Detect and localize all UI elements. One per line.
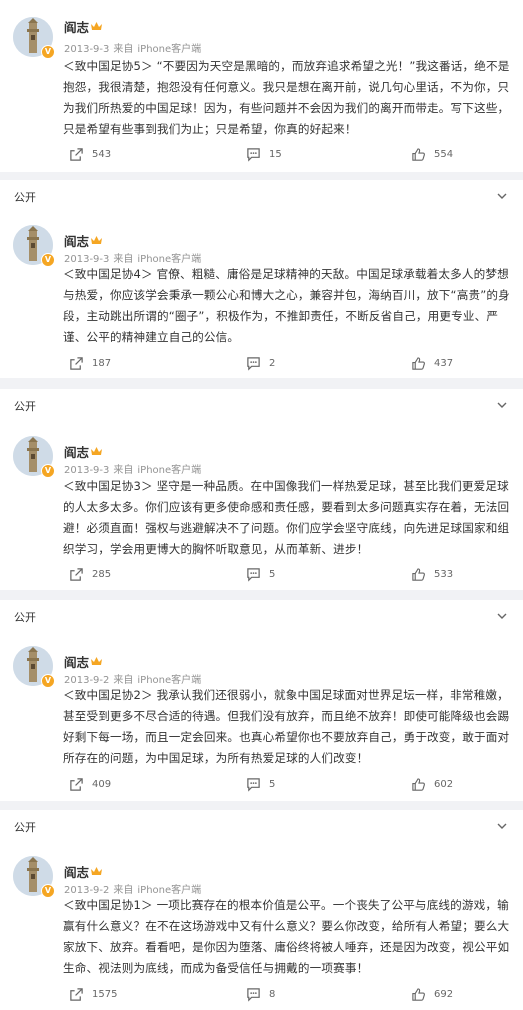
post-source: iPhone客户端: [137, 465, 202, 476]
repost-count: 187: [92, 357, 112, 369]
comment-icon: [247, 567, 260, 582]
post-text: ＜致中国足协1＞ 一项比赛存在的根本价值是公平。一个丧失了公平与底线的游戏，输赢…: [63, 898, 510, 975]
post-date[interactable]: 2013-9-3: [64, 465, 109, 476]
like-button[interactable]: 554: [411, 146, 453, 162]
like-thumb-icon: [412, 356, 425, 370]
repost-count: 409: [92, 778, 112, 790]
crown-icon: [91, 447, 102, 455]
comment-count: 8: [269, 988, 276, 1000]
repost-count: 1575: [92, 988, 118, 1000]
visibility-label: 公开: [14, 400, 36, 413]
like-count: 554: [434, 148, 454, 160]
crown-icon: [91, 236, 102, 244]
verified-badge-icon: V: [41, 884, 55, 898]
post-text: ＜致中国足协3＞ 坚守是一种品质。在中国像我们一样热爱足球，甚至比我们更爱足球的…: [63, 479, 510, 556]
post-text: ＜致中国足协2＞ 我承认我们还很弱小，就象中国足球面对世界足坛一样，非常稚嫩，甚…: [63, 688, 510, 765]
like-thumb-icon: [412, 777, 425, 791]
repost-button[interactable]: 409: [69, 776, 111, 792]
author-name[interactable]: 阎志: [64, 231, 89, 250]
repost-count: 543: [92, 148, 112, 160]
visibility-bar: 公开: [0, 389, 523, 423]
repost-icon: [70, 567, 83, 581]
comment-button[interactable]: 5: [246, 776, 275, 792]
post-meta: 2013-9-3 来自 iPhone客户端: [64, 461, 205, 476]
repost-icon: [70, 987, 83, 1001]
comment-count: 5: [269, 568, 276, 580]
like-thumb-icon: [412, 987, 425, 1001]
repost-icon: [70, 777, 83, 791]
comment-count: 15: [269, 148, 282, 160]
like-count: 692: [434, 988, 454, 1000]
post-text: ＜致中国足协5＞ “不要因为天空是黑暗的，而放弃追求希望之光！”我这番话，绝不是…: [63, 59, 510, 136]
visibility-bar: 公开: [0, 600, 523, 634]
like-thumb-icon: [412, 567, 425, 581]
crown-icon: [91, 657, 102, 665]
repost-icon: [70, 356, 83, 370]
visibility-bar: 公开: [0, 180, 523, 214]
post-source: iPhone客户端: [137, 44, 202, 55]
comment-button[interactable]: 2: [246, 355, 275, 371]
like-button[interactable]: 692: [411, 986, 453, 1002]
post-card: V 阎志 2013-9-3 来自 iPhone客户端 ＜致中国足协5＞ “不要因为天…: [0, 0, 523, 172]
post-meta: 2013-9-3 来自 iPhone客户端: [64, 40, 205, 55]
like-count: 533: [434, 568, 454, 580]
comment-button[interactable]: 15: [246, 146, 282, 162]
post-meta: 2013-9-2 来自 iPhone客户端: [64, 671, 205, 686]
post-card: V 阎志 2013-9-3 来自 iPhone客户端 ＜致中国足协4＞ 官僚、粗糙、…: [0, 214, 523, 378]
repost-icon: [70, 147, 83, 161]
repost-button[interactable]: 1575: [69, 986, 117, 1002]
like-count: 437: [434, 357, 454, 369]
like-button[interactable]: 533: [411, 566, 453, 582]
comment-count: 2: [269, 357, 276, 369]
post-card: V 阎志 2013-9-2 来自 iPhone客户端 ＜致中国足协2＞ 我承认我们还…: [0, 634, 523, 801]
chevron-down-icon[interactable]: [495, 189, 509, 203]
post-meta: 2013-9-3 来自 iPhone客户端: [64, 250, 205, 265]
author-name[interactable]: 阎志: [64, 652, 89, 671]
visibility-label: 公开: [14, 191, 36, 204]
post-meta: 2013-9-2 来自 iPhone客户端: [64, 881, 205, 896]
crown-icon: [91, 867, 102, 875]
visibility-bar: 公开: [0, 810, 523, 844]
verified-badge-icon: V: [41, 45, 55, 59]
post-text: ＜致中国足协4＞ 官僚、粗糙、庸俗是足球精神的天敌。中国足球承载着太多人的梦想与…: [63, 267, 510, 344]
visibility-label: 公开: [14, 821, 36, 834]
post-card: V 阎志 2013-9-3 来自 iPhone客户端 ＜致中国足协3＞ 坚守是一种品…: [0, 423, 523, 590]
comment-button[interactable]: 5: [246, 566, 275, 582]
comment-button[interactable]: 8: [246, 986, 275, 1002]
like-button[interactable]: 602: [411, 776, 453, 792]
like-thumb-icon: [412, 147, 425, 161]
comment-icon: [247, 987, 260, 1002]
verified-badge-icon: V: [41, 253, 55, 267]
verified-badge-icon: V: [41, 464, 55, 478]
chevron-down-icon[interactable]: [495, 609, 509, 623]
chevron-down-icon[interactable]: [495, 398, 509, 412]
repost-count: 285: [92, 568, 112, 580]
chevron-down-icon[interactable]: [495, 819, 509, 833]
crown-icon: [91, 22, 102, 30]
repost-button[interactable]: 543: [69, 146, 111, 162]
repost-button[interactable]: 285: [69, 566, 111, 582]
like-count: 602: [434, 778, 454, 790]
comment-count: 5: [269, 778, 276, 790]
author-name[interactable]: 阎志: [64, 442, 89, 461]
comment-icon: [247, 777, 260, 792]
post-date[interactable]: 2013-9-3: [64, 44, 109, 55]
source-prefix: 来自: [113, 465, 134, 476]
verified-badge-icon: V: [41, 674, 55, 688]
source-prefix: 来自: [113, 44, 134, 55]
visibility-label: 公开: [14, 611, 36, 624]
comment-icon: [247, 147, 260, 162]
like-button[interactable]: 437: [411, 355, 453, 371]
repost-button[interactable]: 187: [69, 355, 111, 371]
author-name[interactable]: 阎志: [64, 862, 89, 881]
comment-icon: [247, 356, 260, 371]
post-card: V 阎志 2013-9-2 来自 iPhone客户端 ＜致中国足协1＞ 一项比赛存在…: [0, 844, 523, 1010]
author-name[interactable]: 阎志: [64, 17, 89, 36]
